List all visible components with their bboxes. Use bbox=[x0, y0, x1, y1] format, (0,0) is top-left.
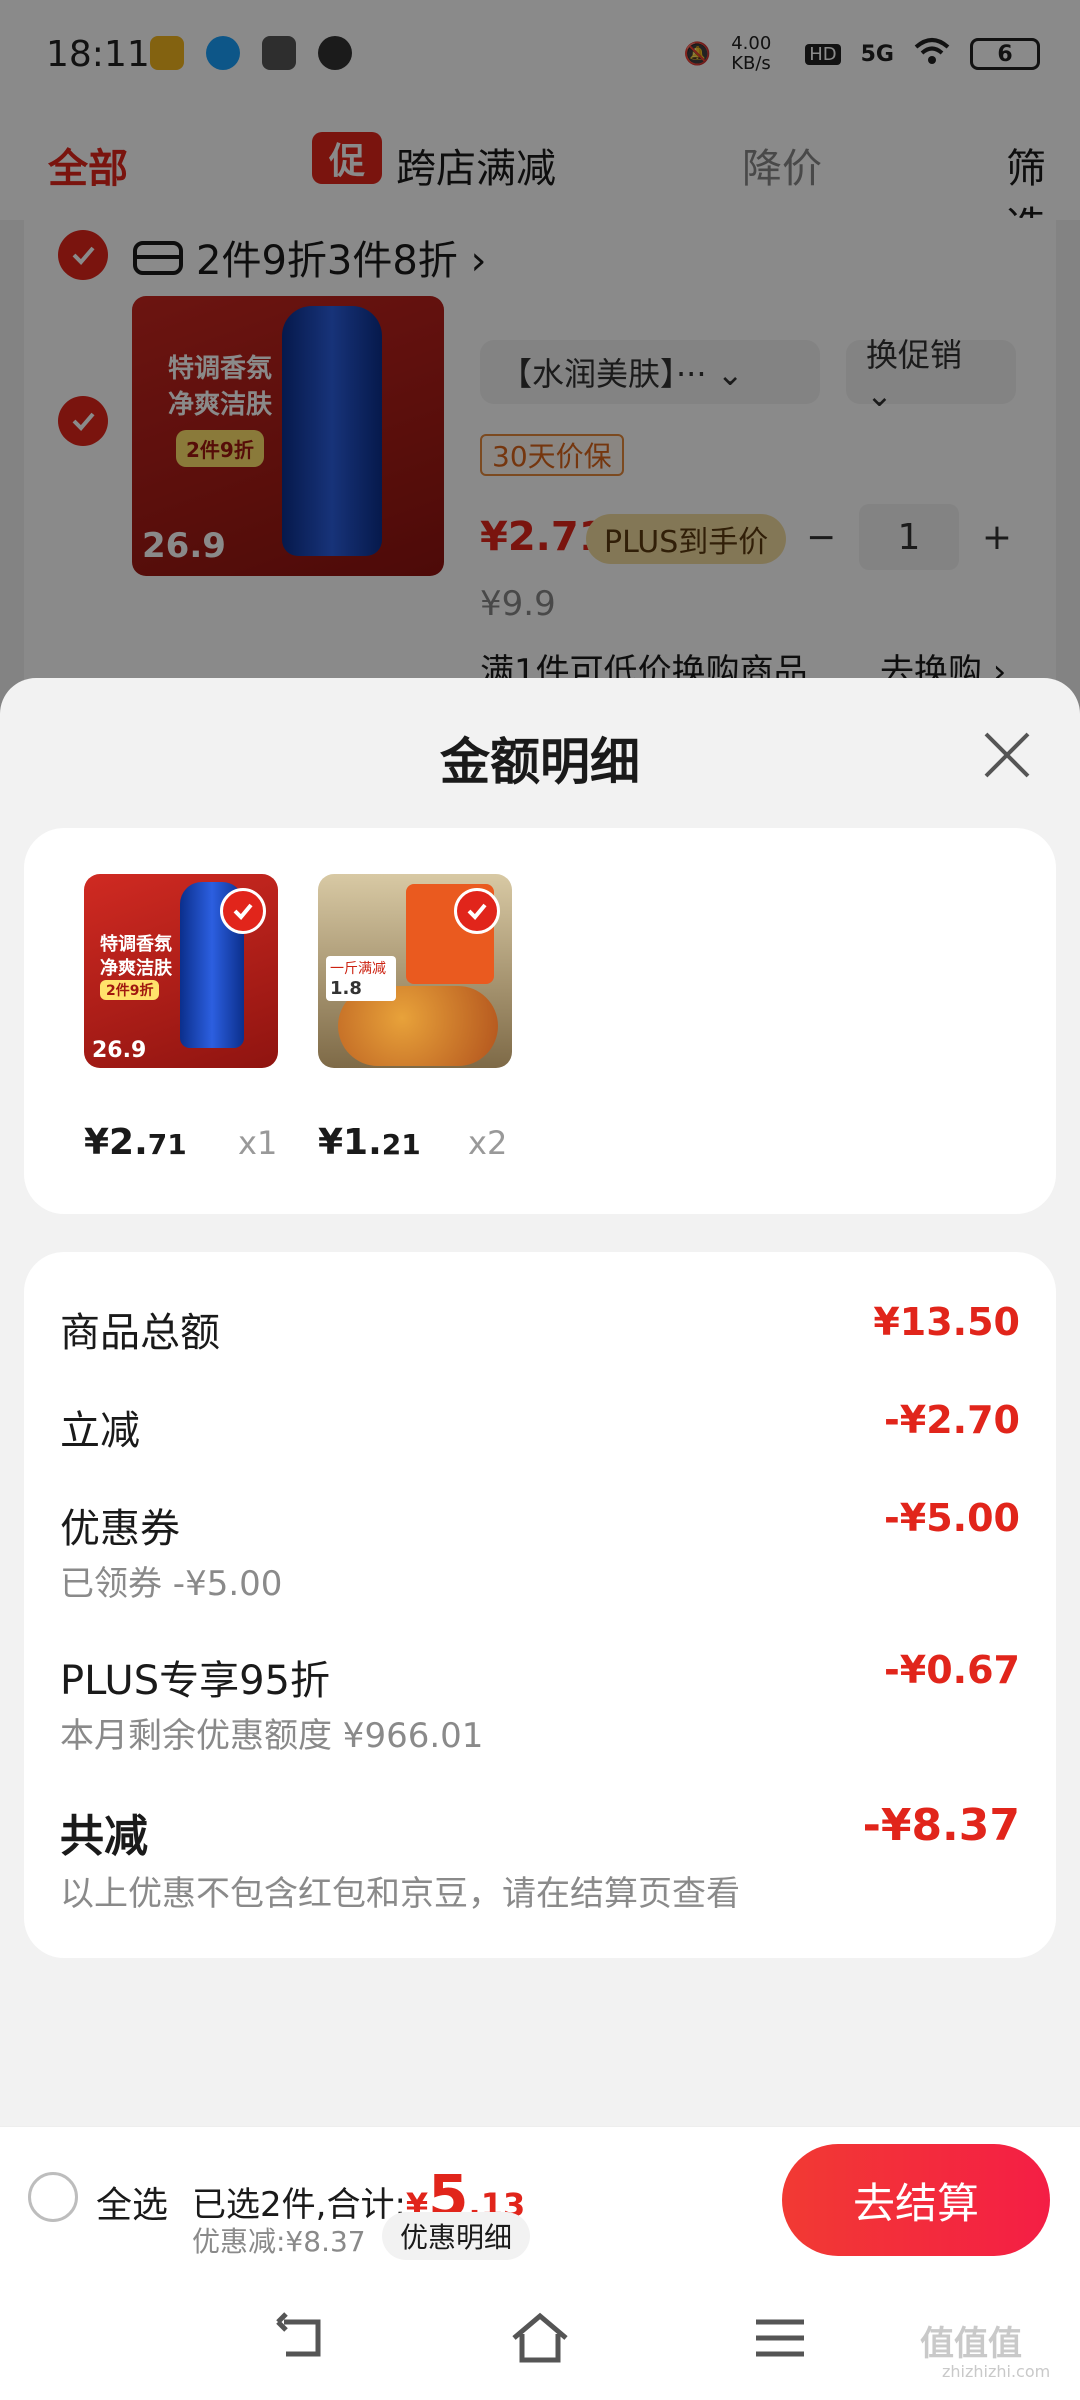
sheet-title: 金额明细 bbox=[440, 733, 640, 791]
item-price: ¥2.71 bbox=[84, 1122, 187, 1163]
item-thumbnail[interactable]: 一斤满减 1.8 bbox=[318, 874, 512, 1068]
watermark-logo: 值值值 bbox=[920, 2324, 1022, 2364]
price-decimal: 21 bbox=[381, 1128, 421, 1161]
instant-discount-label: 立减 bbox=[60, 1408, 140, 1454]
price-integer: ¥2. bbox=[84, 1122, 148, 1163]
subtotal-value: ¥13.50 bbox=[873, 1300, 1020, 1344]
item-quantity: x2 bbox=[468, 1124, 508, 1162]
selected-count-text: 已选2件,合计: bbox=[192, 2185, 406, 2225]
item-price: ¥1.21 bbox=[318, 1122, 421, 1163]
plus-discount-value: -¥0.67 bbox=[884, 1648, 1020, 1692]
discount-detail-button[interactable]: 优惠明细 bbox=[382, 2212, 531, 2260]
discount-note: 以上优惠不包含红包和京豆，请在结算页查看 bbox=[60, 1874, 740, 1914]
total-discount-value: -¥8.37 bbox=[862, 1800, 1020, 1851]
thumb-text: 特调香氛 bbox=[100, 934, 172, 955]
subtotal-label: 商品总额 bbox=[60, 1310, 220, 1356]
select-all-checkbox[interactable] bbox=[28, 2172, 78, 2222]
coupon-value: -¥5.00 bbox=[884, 1496, 1020, 1540]
check-icon bbox=[454, 888, 500, 934]
thumb-label: 一斤满减 1.8 bbox=[326, 956, 396, 1001]
menu-icon[interactable] bbox=[750, 2308, 810, 2368]
thumb-text: 净爽洁肤 bbox=[100, 958, 172, 979]
back-icon[interactable] bbox=[270, 2308, 330, 2368]
close-icon[interactable] bbox=[972, 720, 1042, 790]
coupon-sub: 已领券 -¥5.00 bbox=[60, 1564, 283, 1604]
price-integer: ¥1. bbox=[318, 1122, 382, 1163]
select-all-label[interactable]: 全选 bbox=[96, 2176, 168, 2228]
thumb-price: 1.8 bbox=[330, 978, 362, 999]
home-icon[interactable] bbox=[510, 2308, 570, 2368]
instant-discount-value: -¥2.70 bbox=[884, 1398, 1020, 1442]
thumb-label-text: 一斤满减 bbox=[330, 961, 386, 977]
thumb-price: 26.9 bbox=[92, 1038, 147, 1063]
thumb-tag: 2件9折 bbox=[100, 980, 160, 1000]
item-thumbnail[interactable]: 特调香氛 净爽洁肤 2件9折 26.9 bbox=[84, 874, 278, 1068]
watermark-url: zhizhizhi.com bbox=[942, 2362, 1051, 2381]
checkout-button[interactable]: 去结算 bbox=[782, 2144, 1050, 2256]
price-decimal: 71 bbox=[147, 1128, 187, 1161]
discount-summary: 优惠减:¥8.37 bbox=[192, 2225, 366, 2258]
coupon-label: 优惠券 bbox=[60, 1506, 180, 1552]
total-discount-label: 共减 bbox=[60, 1811, 148, 1862]
plus-discount-label: PLUS专享95折 bbox=[60, 1658, 330, 1704]
item-quantity: x1 bbox=[238, 1124, 278, 1162]
plus-quota-sub: 本月剩余优惠额度 ¥966.01 bbox=[60, 1716, 484, 1756]
check-icon bbox=[220, 888, 266, 934]
